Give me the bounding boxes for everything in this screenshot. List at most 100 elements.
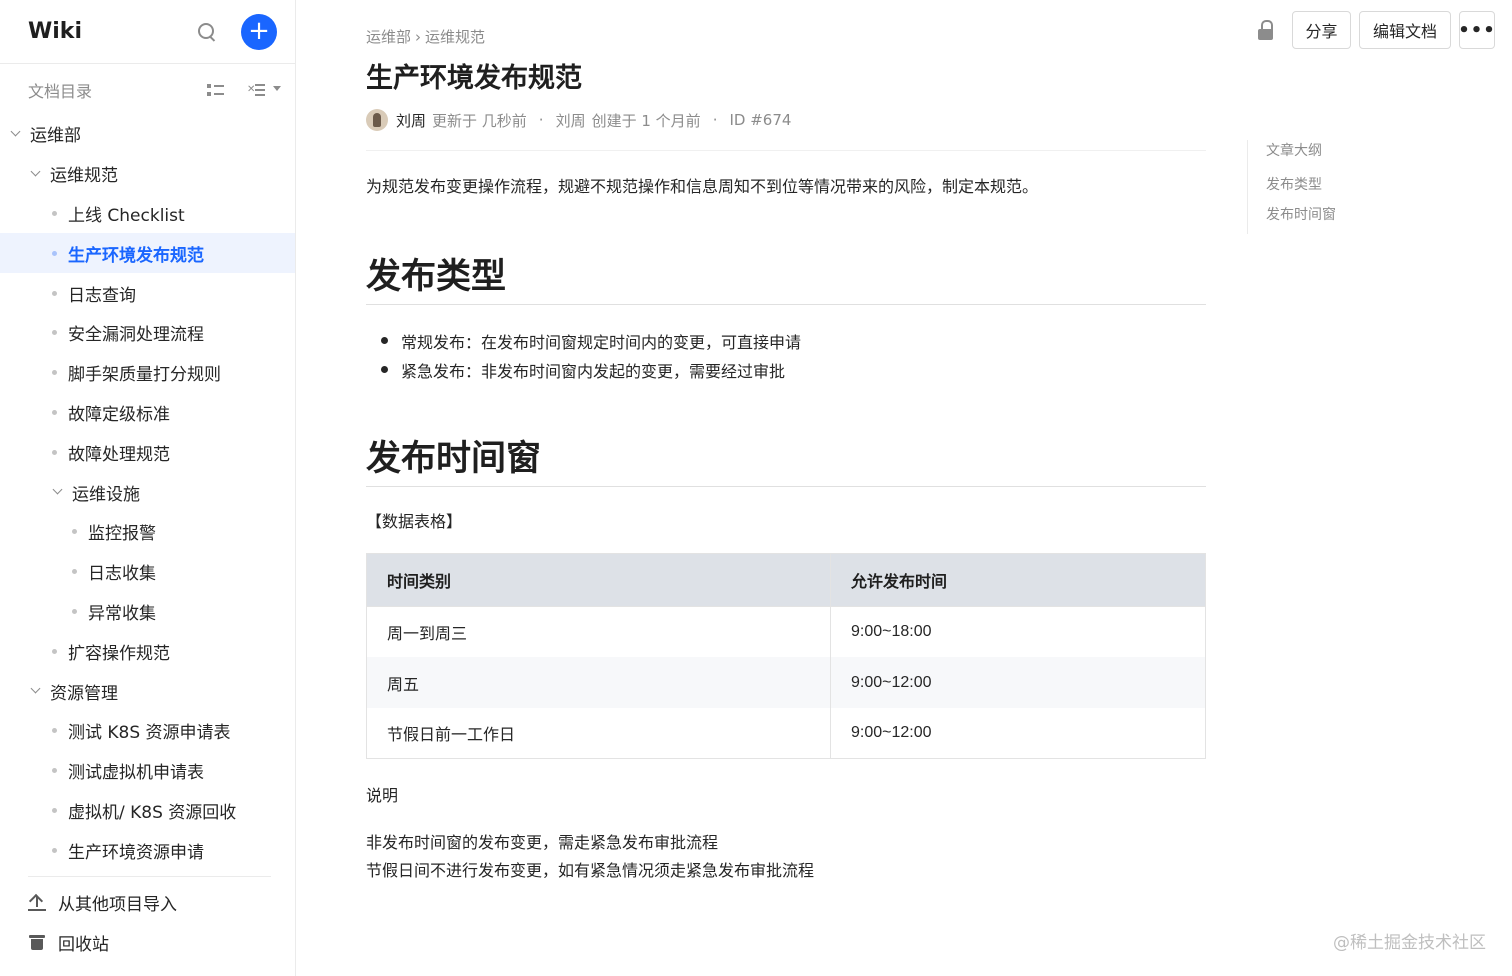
table-row: 节假日前一工作日 9:00~12:00 <box>366 707 1206 760</box>
collapse-all-icon[interactable]: ✕ <box>247 82 281 98</box>
watermark: @稀土掘金技术社区 <box>1333 933 1486 953</box>
meta-divider <box>366 150 1206 151</box>
toc-label: 文档目录 <box>28 82 93 101</box>
table-cell: 9:00~18:00 <box>830 606 1206 658</box>
toc-header: 文档目录 ✕ <box>0 66 295 114</box>
bullet-dot-icon <box>52 648 57 654</box>
outline-title: 文章大纲 <box>1266 143 1322 159</box>
avatar[interactable] <box>366 109 388 131</box>
sidebar-item-label: 监控报警 <box>88 524 156 545</box>
import-button[interactable]: 从其他项目导入 <box>28 882 177 922</box>
table-cell: 节假日前一工作日 <box>366 707 831 760</box>
sidebar-item-label: 日志收集 <box>88 564 156 585</box>
breadcrumb-item[interactable]: 运维部 <box>366 28 411 46</box>
sidebar-item-label: 故障定级标准 <box>68 404 170 425</box>
bullet-dot-icon <box>72 569 77 575</box>
outline-item-release-types[interactable]: 发布类型 <box>1266 174 1336 204</box>
section-heading-release-types: 发布类型 <box>366 257 507 297</box>
sidebar-item[interactable]: 故障处理规范 <box>0 432 295 472</box>
bullet-dot-icon <box>72 608 77 614</box>
sidebar-item-label: 故障处理规范 <box>68 444 170 465</box>
chevron-down-icon[interactable] <box>52 486 64 498</box>
sidebar-item[interactable]: 脚手架质量打分规则 <box>0 353 295 393</box>
author-name[interactable]: 刘周 <box>396 110 426 131</box>
outline-item-release-window[interactable]: 发布时间窗 <box>1266 204 1336 234</box>
table-cell: 周一到周三 <box>366 606 831 658</box>
sidebar-item-label: 脚手架质量打分规则 <box>68 365 221 386</box>
chevron-down-icon[interactable] <box>10 128 22 140</box>
sidebar-item[interactable]: 生产环境资源申请 <box>0 830 295 870</box>
list-view-icon[interactable] <box>207 82 225 98</box>
table-cell: 周五 <box>366 657 831 708</box>
updated-time: 更新于 几秒前 <box>432 111 527 130</box>
trash-icon <box>28 933 46 951</box>
sidebar-item[interactable]: 运维部 <box>0 114 295 154</box>
sidebar-item[interactable]: 测试虚拟机申请表 <box>0 751 295 791</box>
edit-doc-button[interactable]: 编辑文档 <box>1359 11 1451 49</box>
table-row: 周五 9:00~12:00 <box>366 657 1206 708</box>
chevron-down-icon[interactable] <box>30 685 42 697</box>
sidebar-item-label: 资源管理 <box>50 683 118 704</box>
sidebar-item[interactable]: 日志收集 <box>0 552 295 592</box>
sidebar-item[interactable]: 虚拟机/ K8S 资源回收 <box>0 791 295 831</box>
sidebar-item-label: 日志查询 <box>68 285 136 306</box>
bullet-list: 常规发布：在发布时间窗规定时间内的变更，可直接申请 紧急发布：非发布时间窗内发起… <box>366 326 801 384</box>
breadcrumb-item[interactable]: 运维规范 <box>425 28 485 46</box>
add-button[interactable]: + <box>241 13 277 50</box>
bullet-dot-icon <box>52 330 57 336</box>
sidebar-item[interactable]: 异常收集 <box>0 592 295 632</box>
sidebar-item-label: 测试虚拟机申请表 <box>68 763 204 784</box>
sidebar-item[interactable]: 安全漏洞处理流程 <box>0 313 295 353</box>
sidebar-item-label: 虚拟机/ K8S 资源回收 <box>68 802 237 823</box>
sidebar-item[interactable]: 监控报警 <box>0 512 295 552</box>
app-title: Wiki <box>28 19 82 44</box>
trash-button[interactable]: 回收站 <box>28 922 109 962</box>
table-header-row: 时间类别 允许发布时间 <box>366 553 1206 607</box>
sidebar-item[interactable]: 资源管理 <box>0 671 295 711</box>
sidebar-item[interactable]: 日志查询 <box>0 273 295 313</box>
sidebar-item-label: 生产环境发布规范 <box>68 245 204 266</box>
sidebar-item-label: 安全漏洞处理流程 <box>68 325 204 346</box>
bullet-dot-icon <box>52 807 57 813</box>
sidebar-item[interactable]: 故障定级标准 <box>0 393 295 433</box>
table-caption: 【数据表格】 <box>366 512 463 531</box>
sidebar-item-label: 运维部 <box>30 126 81 147</box>
heading-divider <box>366 486 1206 487</box>
breadcrumb-separator: › <box>415 28 422 46</box>
bullet-dot-icon <box>52 728 57 734</box>
doc-meta: 刘周 更新于 几秒前 · 刘周 创建于 1 个月前 · ID #674 <box>366 109 791 131</box>
sidebar-item-label: 异常收集 <box>88 603 156 624</box>
table-cell: 9:00~12:00 <box>830 657 1206 708</box>
sidebar-header: Wiki + <box>0 0 295 64</box>
upload-icon <box>28 893 46 911</box>
more-button[interactable]: ••• <box>1458 11 1495 49</box>
sidebar-item[interactable]: 生产环境发布规范 <box>0 233 295 274</box>
note-title: 说明 <box>366 786 399 805</box>
bullet-dot-icon <box>52 290 57 296</box>
bullet-dot-icon <box>72 529 77 535</box>
sidebar-item-label: 运维规范 <box>50 166 118 187</box>
sidebar-item[interactable]: 扩容操作规范 <box>0 631 295 671</box>
sidebar-item-label: 运维设施 <box>72 484 140 505</box>
list-item: 紧急发布：非发布时间窗内发起的变更，需要经过审批 <box>366 355 801 384</box>
sidebar-item-label: 测试 K8S 资源申请表 <box>68 723 231 744</box>
table-header-cell: 允许发布时间 <box>830 553 1206 607</box>
bullet-dot-icon <box>52 409 57 415</box>
bullet-dot-icon <box>52 250 57 256</box>
doc-tree: 运维部运维规范上线 Checklist 生产环境发布规范 日志查询安全漏洞处理流程脚… <box>0 114 295 870</box>
chevron-down-icon[interactable] <box>30 168 42 180</box>
sidebar-divider <box>28 876 271 877</box>
sidebar-item[interactable]: 运维设施 <box>0 472 295 512</box>
doc-id: ID #674 <box>729 111 792 129</box>
lock-icon[interactable] <box>1256 20 1276 42</box>
sidebar: Wiki + 文档目录 ✕ 运维部运维规范上线 Checklist 生产环境发布规… <box>0 0 296 976</box>
table-row: 周一到周三 9:00~18:00 <box>366 606 1206 658</box>
search-icon[interactable] <box>195 20 219 44</box>
data-table: 时间类别 允许发布时间 周一到周三 9:00~18:00 周五 9:00~12:… <box>366 553 1206 760</box>
creator-name: 刘周 <box>555 111 586 130</box>
share-button[interactable]: 分享 <box>1292 11 1351 49</box>
sidebar-item-label: 生产环境资源申请 <box>68 842 204 863</box>
sidebar-item[interactable]: 上线 Checklist <box>0 194 295 234</box>
sidebar-item[interactable]: 测试 K8S 资源申请表 <box>0 711 295 751</box>
sidebar-item[interactable]: 运维规范 <box>0 154 295 194</box>
